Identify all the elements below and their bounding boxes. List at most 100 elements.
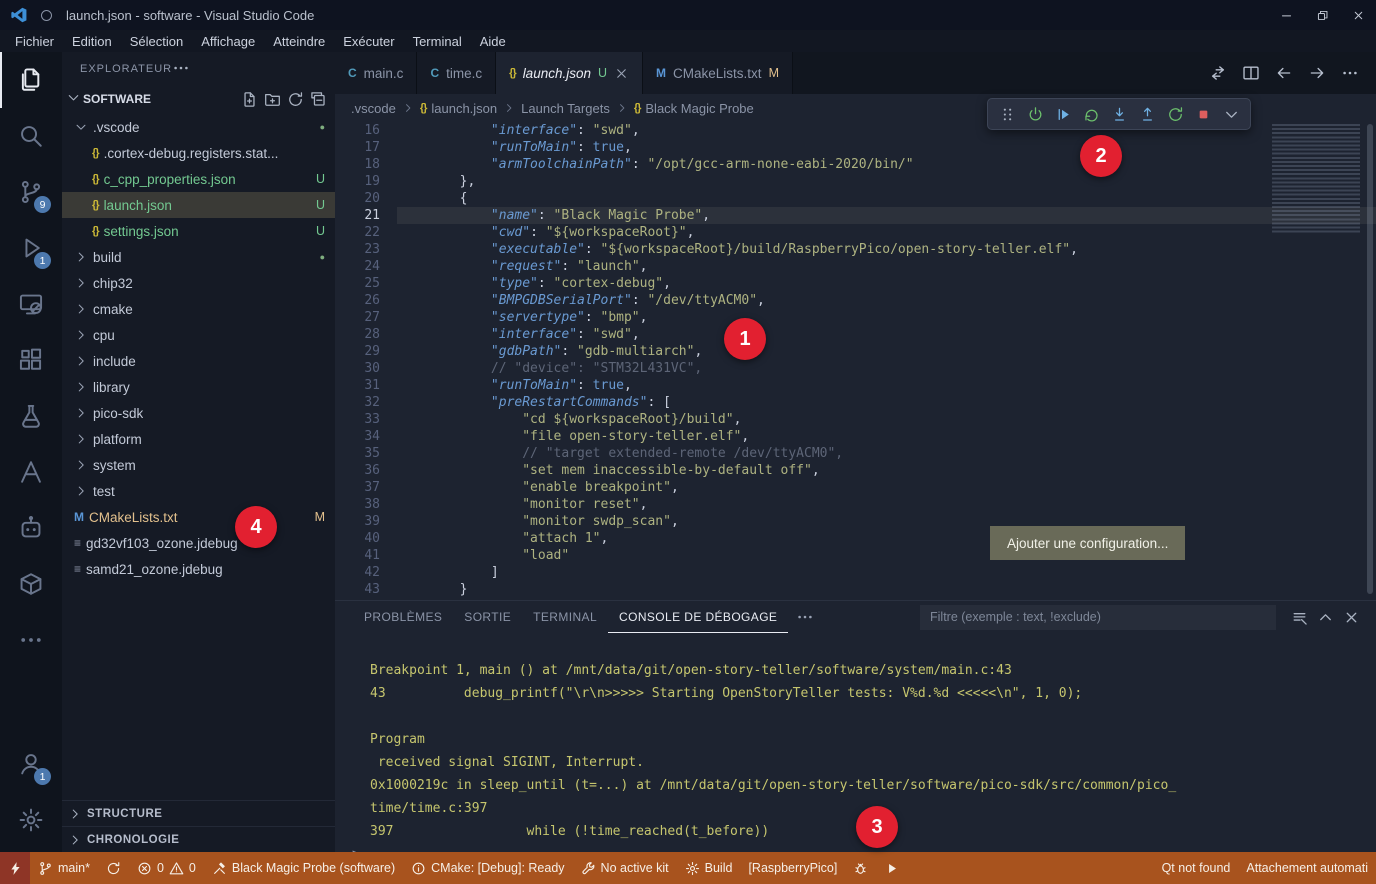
tree-item-launch-json[interactable]: {}launch.jsonU xyxy=(62,192,335,218)
minimize-button[interactable] xyxy=(1268,0,1304,30)
breadcrumb-item-black-magic-probe[interactable]: {}Black Magic Probe xyxy=(634,101,754,116)
line-number[interactable]: 42 xyxy=(335,564,397,581)
code-line-41[interactable]: 41 "load" xyxy=(335,547,1376,564)
code-line-23[interactable]: 23 "executable": "${workspaceRoot}/build… xyxy=(335,241,1376,258)
menu-atteindre[interactable]: Atteindre xyxy=(264,34,334,49)
more-panel-tabs-icon[interactable] xyxy=(796,608,814,626)
stop-button[interactable] xyxy=(1190,101,1216,127)
code-line-28[interactable]: 28 "interface": "swd", xyxy=(335,326,1376,343)
tree-item-vscode[interactable]: .vscode● xyxy=(62,114,335,140)
line-number[interactable]: 35 xyxy=(335,445,397,462)
code-line-35[interactable]: 35 // "target extended-remote /dev/ttyAC… xyxy=(335,445,1376,462)
tree-item-chip32[interactable]: chip32 xyxy=(62,270,335,296)
add-configuration-button[interactable]: Ajouter une configuration... xyxy=(990,526,1185,560)
code-line-17[interactable]: 17 "runToMain": true, xyxy=(335,139,1376,156)
line-number[interactable]: 20 xyxy=(335,190,397,207)
close-window-button[interactable] xyxy=(1340,0,1376,30)
breadcrumb-item-launch-json[interactable]: {}launch.json xyxy=(420,101,497,116)
section-header-structure[interactable]: STRUCTURE xyxy=(62,800,335,826)
line-number[interactable]: 24 xyxy=(335,258,397,275)
activity-more[interactable] xyxy=(0,612,62,668)
line-number[interactable]: 29 xyxy=(335,343,397,360)
status-debug[interactable] xyxy=(845,852,876,884)
tree-item-system[interactable]: system xyxy=(62,452,335,478)
status-debug-target[interactable]: Black Magic Probe (software) xyxy=(204,852,403,884)
code-line-34[interactable]: 34 "file open-story-teller.elf", xyxy=(335,428,1376,445)
open-changes-icon[interactable] xyxy=(1209,64,1227,82)
section-header-software[interactable]: SOFTWARE xyxy=(62,86,335,112)
code-line-19[interactable]: 19 }, xyxy=(335,173,1376,190)
step-out-button[interactable] xyxy=(1134,101,1160,127)
activity-settings[interactable] xyxy=(0,792,62,848)
tree-item-settings-json[interactable]: {}settings.jsonU xyxy=(62,218,335,244)
code-line-39[interactable]: 39 "monitor swdp_scan", xyxy=(335,513,1376,530)
line-number[interactable]: 40 xyxy=(335,530,397,547)
close-tab-icon[interactable] xyxy=(614,66,629,81)
code-line-33[interactable]: 33 "cd ${workspaceRoot}/build", xyxy=(335,411,1376,428)
panel-tab-console-de-d-bogage[interactable]: CONSOLE DE DÉBOGAGE xyxy=(608,601,788,633)
status-launch[interactable] xyxy=(876,852,907,884)
tree-item-samd21-ozone-jdebug[interactable]: ≡samd21_ozone.jdebug xyxy=(62,556,335,582)
code-line-31[interactable]: 31 "runToMain": true, xyxy=(335,377,1376,394)
line-number[interactable]: 41 xyxy=(335,547,397,564)
menu-s-lection[interactable]: Sélection xyxy=(121,34,192,49)
tab-main-c[interactable]: Cmain.c xyxy=(335,52,417,94)
status-cmake-status[interactable]: CMake: [Debug]: Ready xyxy=(403,852,572,884)
line-number[interactable]: 31 xyxy=(335,377,397,394)
tree-item-cmakelists-txt[interactable]: MCMakeLists.txtM xyxy=(62,504,335,530)
clear-console-button[interactable] xyxy=(1286,604,1312,630)
status-build-target[interactable]: [RaspberryPico] xyxy=(740,852,845,884)
activity-explorer[interactable] xyxy=(0,52,62,108)
navigate-back-icon[interactable] xyxy=(1275,64,1293,82)
status-active-kit[interactable]: No active kit xyxy=(573,852,677,884)
code-line-25[interactable]: 25 "type": "cortex-debug", xyxy=(335,275,1376,292)
menu-affichage[interactable]: Affichage xyxy=(192,34,264,49)
code-line-30[interactable]: 30 // "device": "STM32L431VC", xyxy=(335,360,1376,377)
tab-cmakelists-txt[interactable]: MCMakeLists.txtM xyxy=(643,52,793,94)
activity-testing[interactable] xyxy=(0,388,62,444)
tree-item-pico-sdk[interactable]: pico-sdk xyxy=(62,400,335,426)
step-over-button[interactable] xyxy=(1050,101,1076,127)
tree-item-c-cpp-properties-json[interactable]: {}c_cpp_properties.jsonU xyxy=(62,166,335,192)
code-line-24[interactable]: 24 "request": "launch", xyxy=(335,258,1376,275)
tree-item-cmake[interactable]: cmake xyxy=(62,296,335,322)
tab-launch-json[interactable]: {}launch.jsonU xyxy=(496,52,643,94)
line-number[interactable]: 32 xyxy=(335,394,397,411)
menu-terminal[interactable]: Terminal xyxy=(404,34,471,49)
line-number[interactable]: 18 xyxy=(335,156,397,173)
split-editor-icon[interactable] xyxy=(1242,64,1260,82)
line-number[interactable]: 19 xyxy=(335,173,397,190)
code-line-44[interactable]: 44 ] xyxy=(335,598,1376,600)
line-number[interactable]: 28 xyxy=(335,326,397,343)
maximize-panel-button[interactable] xyxy=(1312,604,1338,630)
line-number[interactable]: 17 xyxy=(335,139,397,156)
tree-item-cpu[interactable]: cpu xyxy=(62,322,335,348)
status-sync[interactable] xyxy=(98,852,129,884)
restore-button[interactable] xyxy=(1304,0,1340,30)
status-auto-attach[interactable]: Attachement automati xyxy=(1238,852,1376,884)
drag-handle-button[interactable] xyxy=(994,101,1020,127)
tab-time-c[interactable]: Ctime.c xyxy=(417,52,496,94)
code-line-22[interactable]: 22 "cwd": "${workspaceRoot}", xyxy=(335,224,1376,241)
line-number[interactable]: 27 xyxy=(335,309,397,326)
navigate-forward-icon[interactable] xyxy=(1308,64,1326,82)
code-editor[interactable]: 16 "interface": "swd",17 "runToMain": tr… xyxy=(335,122,1376,600)
line-number[interactable]: 38 xyxy=(335,496,397,513)
line-number[interactable]: 34 xyxy=(335,428,397,445)
step-into-button[interactable] xyxy=(1106,101,1132,127)
line-number[interactable]: 22 xyxy=(335,224,397,241)
activity-run-debug[interactable]: 1 xyxy=(0,220,62,276)
line-number[interactable]: 30 xyxy=(335,360,397,377)
activity-cmake-tools[interactable] xyxy=(0,444,62,500)
tree-item-build[interactable]: build● xyxy=(62,244,335,270)
line-number[interactable]: 23 xyxy=(335,241,397,258)
code-line-29[interactable]: 29 "gdbPath": "gdb-multiarch", xyxy=(335,343,1376,360)
line-number[interactable]: 21 xyxy=(335,207,397,224)
activity-search[interactable] xyxy=(0,108,62,164)
panel-tab-terminal[interactable]: TERMINAL xyxy=(522,601,608,633)
more-debug-actions-button[interactable] xyxy=(1218,101,1244,127)
menu-ex-cuter[interactable]: Exécuter xyxy=(334,34,403,49)
console-filter-input[interactable] xyxy=(920,605,1276,630)
line-number[interactable]: 33 xyxy=(335,411,397,428)
code-line-20[interactable]: 20 { xyxy=(335,190,1376,207)
